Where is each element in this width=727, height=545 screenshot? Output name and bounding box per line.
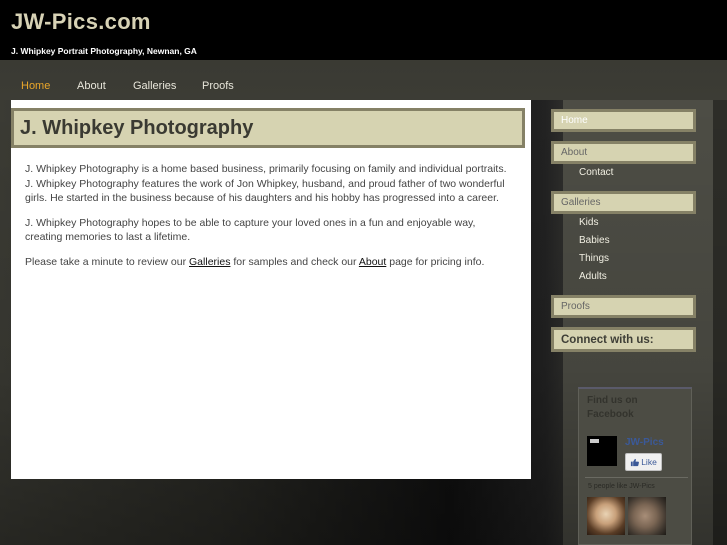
intro-paragraph-3: Please take a minute to review our Galle… xyxy=(25,255,515,270)
sidebar-subitem-adults[interactable]: Adults xyxy=(579,271,607,282)
site-tagline: J. Whipkey Portrait Photography, Newnan,… xyxy=(11,46,197,56)
site-header: JW-Pics.com J. Whipkey Portrait Photogra… xyxy=(0,0,727,60)
thumbs-up-icon xyxy=(631,458,640,466)
nav-home[interactable]: Home xyxy=(21,80,50,92)
sidebar-subitem-contact[interactable]: Contact xyxy=(579,167,613,178)
sidebar-item-proofs[interactable]: Proofs xyxy=(551,295,696,318)
nav-proofs[interactable]: Proofs xyxy=(202,80,234,92)
sidebar-subitem-babies[interactable]: Babies xyxy=(579,235,610,246)
facebook-fan-photo[interactable] xyxy=(587,497,625,535)
site-title[interactable]: JW-Pics.com xyxy=(11,9,151,35)
facebook-page-avatar[interactable] xyxy=(587,436,617,466)
sidebar-item-about[interactable]: About xyxy=(551,141,696,164)
sidebar-subitem-things[interactable]: Things xyxy=(579,253,609,264)
paragraph-3-start: Please take a minute to review our xyxy=(25,255,190,268)
top-navigation: Home About Galleries Proofs xyxy=(0,60,727,100)
facebook-likes-count: 5 people like JW-Pics xyxy=(588,483,655,490)
sidebar-subitem-kids[interactable]: Kids xyxy=(579,217,598,228)
nav-galleries[interactable]: Galleries xyxy=(133,80,176,92)
intro-paragraph-2: J. Whipkey Photography hopes to be able … xyxy=(25,216,476,244)
main-content-panel: J. Whipkey Photography J. Whipkey Photog… xyxy=(11,100,531,479)
facebook-fan-photo[interactable] xyxy=(628,497,666,535)
page-title: J. Whipkey Photography xyxy=(11,108,525,148)
paragraph-3-end: page for pricing info. xyxy=(386,255,485,268)
paragraph-3-middle: for samples and check our xyxy=(230,255,359,268)
about-link[interactable]: About xyxy=(359,256,386,268)
facebook-divider xyxy=(585,477,688,478)
sidebar-item-home[interactable]: Home xyxy=(551,109,696,132)
facebook-like-label: Like xyxy=(641,457,657,467)
facebook-widget-title[interactable]: Find us on Facebook xyxy=(587,394,677,422)
page-title-text: J. Whipkey Photography xyxy=(20,116,254,139)
facebook-like-button[interactable]: Like xyxy=(625,453,662,471)
nav-about[interactable]: About xyxy=(77,80,106,92)
sidebar-item-galleries[interactable]: Galleries xyxy=(551,191,696,214)
intro-text: J. Whipkey Photography is a home based b… xyxy=(25,162,515,279)
galleries-link[interactable]: Galleries xyxy=(189,256,230,268)
intro-paragraph-1: J. Whipkey Photography is a home based b… xyxy=(25,163,507,204)
connect-heading: Connect with us: xyxy=(551,327,696,352)
facebook-page-name[interactable]: JW-Pics xyxy=(625,437,664,448)
